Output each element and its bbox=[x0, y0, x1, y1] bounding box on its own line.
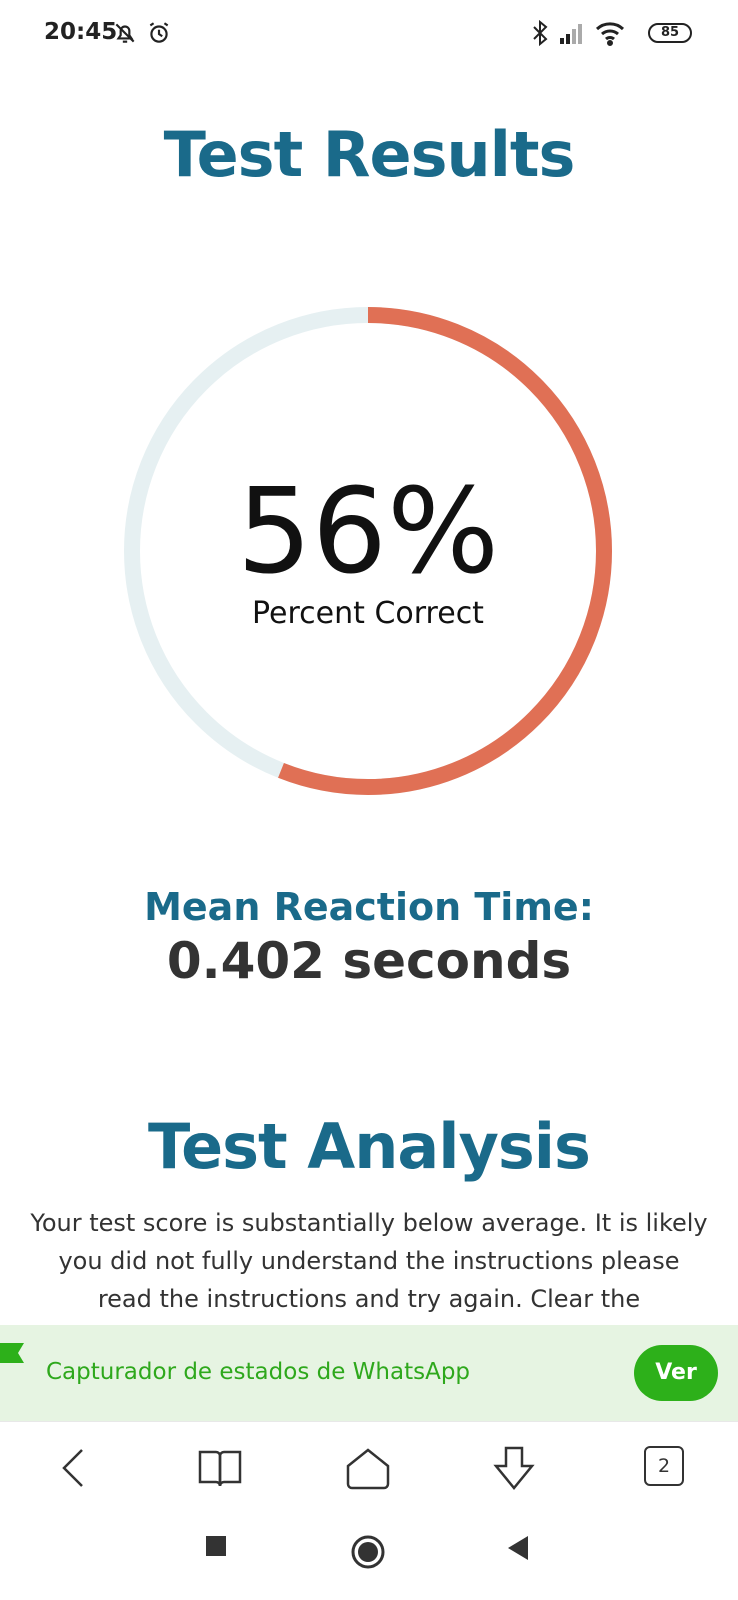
ad-view-button[interactable]: Ver bbox=[634, 1345, 718, 1401]
status-bar: 20:45 85 bbox=[0, 0, 738, 68]
tabs-button[interactable]: 2 bbox=[644, 1446, 684, 1486]
percent-correct-value: 56% bbox=[236, 462, 500, 600]
percent-correct-label: Percent Correct bbox=[252, 596, 484, 631]
analysis-text: Your test score is substantially below a… bbox=[30, 1209, 708, 1324]
bookmarks-icon[interactable] bbox=[196, 1444, 244, 1492]
mean-reaction-value: 0.402 seconds bbox=[166, 932, 572, 990]
ad-flag-icon bbox=[0, 1343, 24, 1368]
status-time: 20:45 bbox=[44, 19, 118, 45]
ad-text: Capturador de estados de WhatsApp bbox=[46, 1359, 471, 1385]
home-icon[interactable] bbox=[344, 1444, 392, 1492]
mean-reaction-label: Mean Reaction Time: bbox=[144, 885, 594, 929]
bluetooth-icon bbox=[530, 19, 550, 51]
analysis-title: Test Analysis bbox=[148, 1110, 591, 1183]
download-icon[interactable] bbox=[490, 1444, 538, 1492]
back-triangle-icon[interactable] bbox=[506, 1534, 530, 1567]
bell-off-icon bbox=[112, 20, 138, 51]
android-nav-bar bbox=[0, 1512, 738, 1600]
signal-icon bbox=[558, 20, 586, 51]
page-title: Test Results bbox=[163, 118, 576, 191]
alarm-icon bbox=[146, 20, 172, 51]
recents-icon[interactable] bbox=[204, 1534, 228, 1563]
browser-toolbar: 2 bbox=[0, 1421, 738, 1513]
home-circle-icon[interactable] bbox=[350, 1534, 386, 1575]
wifi-icon bbox=[594, 20, 626, 51]
ad-banner[interactable]: Capturador de estados de WhatsApp Ver bbox=[0, 1325, 738, 1421]
back-arrow-icon[interactable] bbox=[50, 1444, 98, 1492]
battery-icon: 85 bbox=[648, 23, 692, 43]
